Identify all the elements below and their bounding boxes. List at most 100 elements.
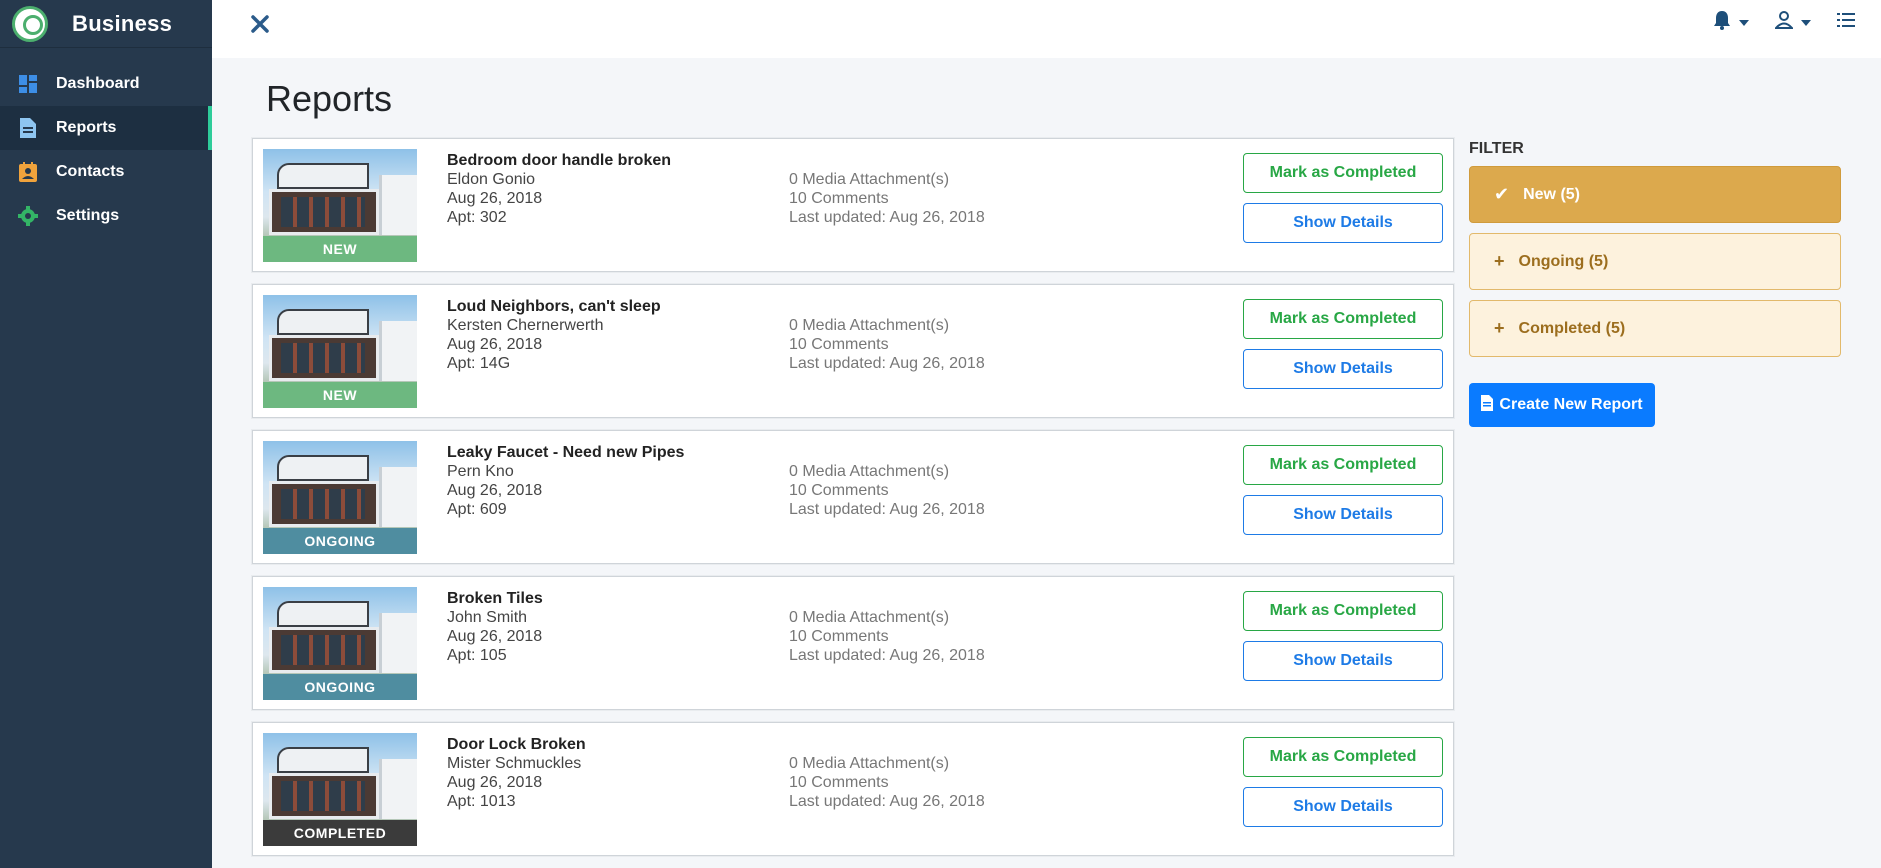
report-card: COMPLETED Door Lock Broken Mister Schmuc…: [252, 722, 1454, 856]
list-menu-button[interactable]: [1837, 13, 1855, 32]
report-thumbnail[interactable]: ONGOING: [263, 587, 417, 700]
report-card: NEW Loud Neighbors, can't sleep Kersten …: [252, 284, 1454, 418]
notifications-button[interactable]: [1713, 10, 1749, 35]
building-image-part: [281, 197, 365, 227]
plus-icon: +: [1494, 251, 1505, 271]
report-meta: 0 Media Attachment(s) 10 Comments Last u…: [789, 170, 985, 227]
mark-as-completed-button[interactable]: Mark as Completed: [1243, 445, 1443, 485]
filter-item-label: Completed (5): [1518, 319, 1626, 337]
filter-item-label: Ongoing (5): [1518, 252, 1609, 270]
comments-count: 10 Comments: [789, 774, 889, 791]
filter-completed[interactable]: + Completed (5): [1469, 300, 1841, 357]
building-image-part: [379, 467, 417, 527]
report-card: ONGOING Leaky Faucet - Need new Pipes Pe…: [252, 430, 1454, 564]
last-updated: Last updated: Aug 26, 2018: [789, 793, 985, 810]
document-icon: [1481, 394, 1494, 416]
report-apartment: Apt: 302: [447, 209, 507, 226]
comments-count: 10 Comments: [789, 628, 889, 645]
mark-as-completed-button[interactable]: Mark as Completed: [1243, 591, 1443, 631]
report-thumbnail[interactable]: NEW: [263, 149, 417, 262]
mark-as-completed-button[interactable]: Mark as Completed: [1243, 737, 1443, 777]
report-reporter-name: Pern Kno: [447, 463, 514, 480]
dashboard-icon: [18, 74, 38, 94]
report-thumbnail[interactable]: COMPLETED: [263, 733, 417, 846]
show-details-button[interactable]: Show Details: [1243, 349, 1443, 389]
building-image-part: [281, 635, 365, 665]
sidebar-nav: Dashboard Reports Contacts Settings: [0, 62, 212, 238]
media-attachments: 0 Media Attachment(s): [789, 463, 950, 480]
bell-icon: [1713, 10, 1731, 35]
report-date: Aug 26, 2018: [447, 774, 543, 791]
report-info: Loud Neighbors, can't sleep Kersten Cher…: [447, 297, 661, 373]
report-reporter-name: Eldon Gonio: [447, 171, 536, 188]
filter-panel: FILTER ✔ New (5) + Ongoing (5) + Complet…: [1469, 140, 1841, 427]
sidebar-item-label: Dashboard: [56, 75, 140, 92]
building-image-part: [281, 343, 365, 373]
report-meta: 0 Media Attachment(s) 10 Comments Last u…: [789, 608, 985, 665]
report-reporter-name: John Smith: [447, 609, 528, 626]
sidebar-item-dashboard[interactable]: Dashboard: [0, 62, 212, 106]
mark-as-completed-button[interactable]: Mark as Completed: [1243, 153, 1443, 193]
sidebar: Business Dashboard Reports Contacts Sett…: [0, 0, 212, 868]
report-title: Bedroom door handle broken: [447, 152, 672, 169]
media-attachments: 0 Media Attachment(s): [789, 317, 950, 334]
filter-new[interactable]: ✔ New (5): [1469, 166, 1841, 223]
building-image-part: [379, 759, 417, 819]
building-image-part: [379, 175, 417, 235]
gear-icon: [18, 206, 38, 226]
sidebar-item-contacts[interactable]: Contacts: [0, 150, 212, 194]
report-thumbnail[interactable]: NEW: [263, 295, 417, 408]
building-image-part: [379, 321, 417, 381]
comments-count: 10 Comments: [789, 482, 889, 499]
media-attachments: 0 Media Attachment(s): [789, 755, 950, 772]
sidebar-item-label: Contacts: [56, 163, 125, 180]
filter-label: FILTER: [1469, 140, 1524, 157]
show-details-button[interactable]: Show Details: [1243, 203, 1443, 243]
report-meta: 0 Media Attachment(s) 10 Comments Last u…: [789, 462, 985, 519]
show-details-button[interactable]: Show Details: [1243, 787, 1443, 827]
create-new-report-button[interactable]: Create New Report: [1469, 383, 1655, 427]
mark-as-completed-button[interactable]: Mark as Completed: [1243, 299, 1443, 339]
contacts-icon: [18, 162, 38, 182]
sidebar-item-reports[interactable]: Reports: [0, 106, 212, 150]
report-apartment: Apt: 14G: [447, 355, 511, 372]
reports-list: NEW Bedroom door handle broken Eldon Gon…: [252, 138, 1454, 868]
report-date: Aug 26, 2018: [447, 482, 543, 499]
report-card: ONGOING Broken Tiles John Smith Aug 26, …: [252, 576, 1454, 710]
status-badge: NEW: [263, 382, 417, 408]
report-card: NEW Bedroom door handle broken Eldon Gon…: [252, 138, 1454, 272]
report-info: Bedroom door handle broken Eldon Gonio A…: [447, 151, 671, 227]
list-icon: [1837, 13, 1855, 32]
report-meta: 0 Media Attachment(s) 10 Comments Last u…: [789, 316, 985, 373]
chevron-down-icon: [1801, 19, 1811, 26]
user-icon: [1773, 11, 1795, 34]
building-image-part: [277, 747, 369, 773]
report-title: Leaky Faucet - Need new Pipes: [447, 444, 685, 461]
last-updated: Last updated: Aug 26, 2018: [789, 501, 985, 518]
report-reporter-name: Kersten Chernerwerth: [447, 317, 604, 334]
page-title: Reports: [266, 78, 393, 119]
report-title: Loud Neighbors, can't sleep: [447, 298, 661, 315]
show-details-button[interactable]: Show Details: [1243, 641, 1443, 681]
brand-logo-icon: [12, 5, 48, 42]
filter-ongoing[interactable]: + Ongoing (5): [1469, 233, 1841, 290]
report-title: Broken Tiles: [447, 590, 543, 607]
brand[interactable]: Business: [0, 0, 212, 48]
plus-icon: +: [1494, 318, 1505, 338]
last-updated: Last updated: Aug 26, 2018: [789, 209, 985, 226]
media-attachments: 0 Media Attachment(s): [789, 609, 950, 626]
status-badge: COMPLETED: [263, 820, 417, 846]
building-image-part: [277, 309, 369, 335]
status-badge: ONGOING: [263, 528, 417, 554]
report-thumbnail[interactable]: ONGOING: [263, 441, 417, 554]
media-attachments: 0 Media Attachment(s): [789, 171, 950, 188]
report-info: Leaky Faucet - Need new Pipes Pern Kno A…: [447, 443, 684, 519]
sidebar-item-settings[interactable]: Settings: [0, 194, 212, 238]
close-icon[interactable]: [250, 14, 274, 38]
show-details-button[interactable]: Show Details: [1243, 495, 1443, 535]
document-icon: [18, 118, 38, 138]
sidebar-item-label: Reports: [56, 119, 117, 136]
report-date: Aug 26, 2018: [447, 190, 543, 207]
building-image-part: [379, 613, 417, 673]
user-menu-button[interactable]: [1773, 11, 1811, 34]
